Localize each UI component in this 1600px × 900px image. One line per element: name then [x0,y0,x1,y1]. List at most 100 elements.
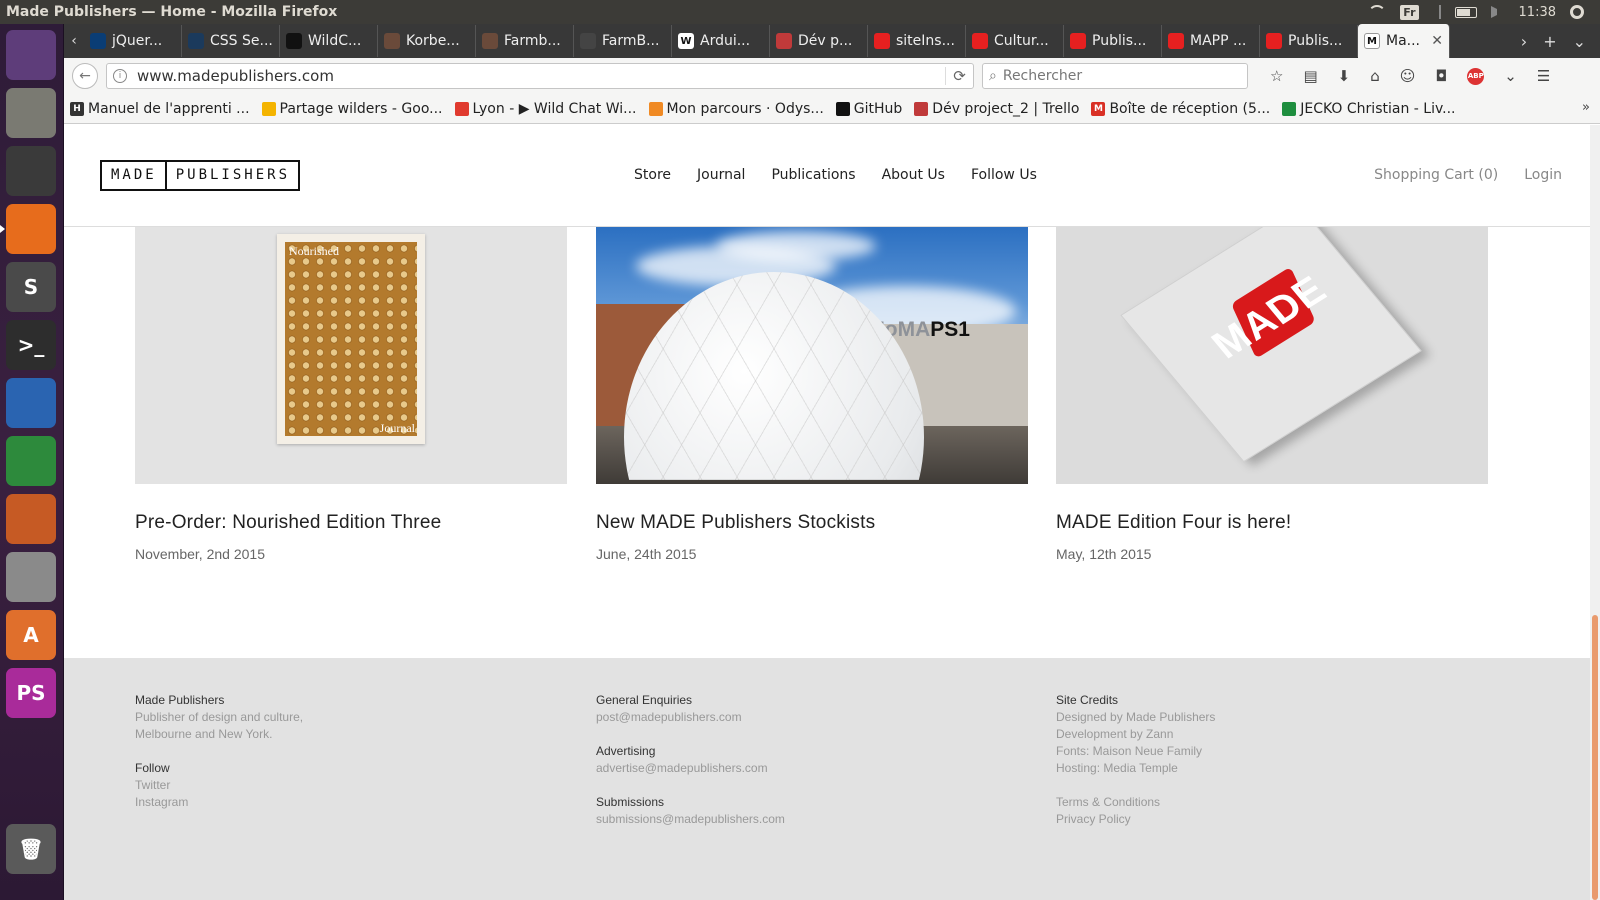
nav-about-us[interactable]: About Us [882,167,945,183]
tab[interactable]: Publis... [1064,25,1162,57]
bookmark-item[interactable]: Partage wilders - Goo... [261,101,443,117]
writer-icon[interactable] [6,378,56,428]
advertise-email-link[interactable]: advertise@madepublishers.com [596,760,785,777]
ubuntu-dash-icon[interactable] [6,30,56,80]
post-title[interactable]: New MADE Publishers Stockists [596,512,1028,534]
login-link[interactable]: Login [1524,167,1562,183]
bookmark-item[interactable]: H Manuel de l'apprenti ... [70,101,250,117]
chrome-icon[interactable] [6,146,56,196]
home-icon[interactable]: ⌂ [1370,67,1380,85]
chat-icon[interactable]: ☺ [1400,67,1416,85]
tab[interactable]: Farmb... [476,25,574,57]
reload-icon[interactable]: ⟳ [945,67,973,85]
bookmark-label: Mon parcours · Odys... [666,100,824,117]
tab-favicon-icon [1070,33,1086,49]
url-bar[interactable]: i www.madepublishers.com ⟳ [106,63,974,89]
journal-card[interactable]: Nourished Journal Pre-Order: Nourished E… [135,226,567,562]
tab[interactable]: Publis... [1260,25,1358,57]
tab[interactable]: siteIns... [868,25,966,57]
tab-label: CSS Se... [210,33,273,49]
terms-link[interactable]: Terms & Conditions [1056,794,1215,811]
post-title[interactable]: MADE Edition Four is here! [1056,512,1488,534]
page-scrollbar[interactable] [1590,125,1600,900]
pocket-icon[interactable]: ◘ [1435,67,1447,85]
search-bar[interactable]: ⌕ Rechercher [982,63,1248,89]
post-image-dome[interactable]: MoMAPS1 [596,226,1028,484]
nav-journal[interactable]: Journal [697,167,745,183]
battery-icon[interactable] [1454,6,1477,18]
adblock-icon[interactable]: ABP [1467,67,1485,85]
bookmark-item[interactable]: Lyon - ▶ Wild Chat Wi... [454,101,637,117]
privacy-link[interactable]: Privacy Policy [1056,811,1215,828]
trash-icon[interactable]: 🗑 [6,824,56,874]
tab[interactable]: FarmB... [574,25,672,57]
bookmark-item[interactable]: Mon parcours · Odys... [648,100,824,117]
tab-list-dropdown-icon[interactable]: ⌄ [1573,32,1586,51]
bookmark-item[interactable]: JECKO Christian - Liv... [1282,101,1456,117]
journal-card[interactable]: MADE MADE Edition Four is here! May, 12t… [1056,226,1488,562]
calc-icon[interactable] [6,436,56,486]
tab-scroll-left-icon[interactable]: ‹ [64,24,84,58]
bookmark-item[interactable]: GitHub [835,101,902,117]
tab[interactable]: Cultur... [966,25,1064,57]
bluetooth-icon[interactable] [1433,5,1441,19]
firefox-icon[interactable] [0,204,56,254]
site-logo[interactable]: MADE PUBLISHERS [100,160,301,191]
footer-heading: Made Publishers [135,693,225,707]
terminal-icon[interactable]: >_ [6,320,56,370]
volume-icon[interactable] [1490,6,1505,18]
search-input[interactable]: Rechercher [1003,68,1082,84]
bookmark-favicon-icon: H [70,101,84,116]
impress-icon[interactable] [6,494,56,544]
bookmarks-overflow-icon[interactable]: » [1582,100,1590,115]
submissions-email-link[interactable]: submissions@madepublishers.com [596,811,785,828]
bookmark-item[interactable]: Dév project_2 | Trello [914,101,1079,117]
tab[interactable]: Korbe... [378,25,476,57]
tab-favicon-icon [482,33,498,49]
adblock-dropdown-icon[interactable]: ⌄ [1504,67,1517,85]
keyboard-layout-indicator[interactable]: Fr [1400,4,1419,20]
post-image-made-edition-four[interactable]: MADE [1056,226,1488,484]
sublime-text-icon[interactable]: S [6,262,56,312]
tab[interactable]: WildC... [280,25,378,57]
new-tab-icon[interactable]: + [1543,32,1556,51]
instagram-link[interactable]: Instagram [135,794,303,811]
tab-favicon-icon [972,33,988,49]
post-title[interactable]: Pre-Order: Nourished Edition Three [135,512,567,534]
nav-follow-us[interactable]: Follow Us [971,167,1037,183]
downloads-icon[interactable]: ⬇ [1338,67,1351,85]
tab[interactable]: W Ardui... [672,25,770,57]
clock[interactable]: 11:38 [1519,5,1556,20]
shopping-cart-link[interactable]: Shopping Cart (0) [1374,167,1498,183]
nav-publications[interactable]: Publications [771,167,855,183]
bookmark-item[interactable]: M Boîte de réception (5... [1091,101,1270,117]
twitter-link[interactable]: Twitter [135,777,303,794]
general-email-link[interactable]: post@madepublishers.com [596,709,785,726]
tab-active[interactable]: M Ma... ✕ [1358,24,1450,58]
wifi-icon[interactable] [1368,5,1387,19]
tab-favicon-icon [90,33,106,49]
tab[interactable]: CSS Se... [182,25,280,57]
journal-card[interactable]: MoMAPS1 New MADE Publishers Stockists Ju… [596,226,1028,562]
site-account-links: Shopping Cart (0) Login [1374,167,1562,183]
files-icon[interactable] [6,88,56,138]
url-text[interactable]: www.madepublishers.com [137,67,334,85]
os-top-panel: Made Publishers — Home - Mozilla Firefox… [0,0,1600,24]
bookmark-star-icon[interactable]: ☆ [1270,67,1283,85]
menu-hamburger-icon[interactable]: ☰ [1537,67,1550,85]
tab-scroll-right-icon[interactable]: › [1521,32,1527,51]
tab[interactable]: jQuer... [84,25,182,57]
back-button[interactable]: ← [72,63,98,89]
tab-close-icon[interactable]: ✕ [1431,33,1443,49]
software-center-icon[interactable]: A [6,610,56,660]
post-image-nourished[interactable]: Nourished Journal [135,226,567,484]
nav-store[interactable]: Store [634,167,671,183]
system-settings-icon[interactable] [6,552,56,602]
tab[interactable]: MAPP ... [1162,25,1260,57]
scrollbar-thumb[interactable] [1592,615,1598,900]
reading-list-icon[interactable]: ▤ [1303,67,1317,85]
session-gear-icon[interactable] [1570,5,1584,19]
phpstorm-icon[interactable]: PS [6,668,56,718]
site-info-icon[interactable]: i [113,69,127,83]
tab[interactable]: Dév p... [770,25,868,57]
